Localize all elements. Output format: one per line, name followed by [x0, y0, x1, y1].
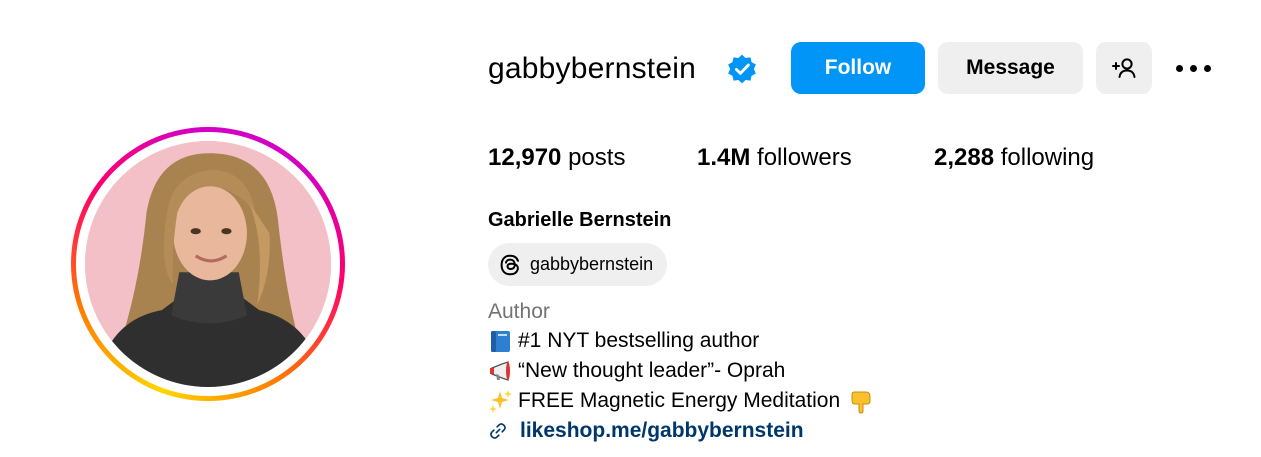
full-name: Gabrielle Bernstein [488, 209, 672, 231]
posts-stat: 12,970 posts [488, 143, 625, 173]
message-button[interactable]: Message [938, 42, 1083, 94]
external-link[interactable]: likeshop.me/gabbybernstein [488, 417, 804, 445]
add-user-icon [1112, 58, 1136, 78]
blue-book-icon [491, 331, 510, 352]
sparkles-icon [489, 390, 512, 413]
dot [1190, 65, 1197, 72]
dot [1176, 65, 1183, 72]
username: gabbybernstein [488, 52, 696, 85]
following-label: following [1000, 144, 1095, 171]
threads-badge[interactable]: gabbybernstein [488, 243, 668, 286]
follow-button[interactable]: Follow [791, 42, 925, 94]
bio-line: “New thought leader”- Oprah [488, 357, 785, 385]
verified-badge-icon [728, 54, 756, 84]
category-label: Author [488, 300, 550, 323]
profile-header: gabbybernstein Follow Message 12,970 pos… [0, 0, 1261, 457]
posts-label: posts [568, 144, 626, 171]
avatar-gap [76, 132, 340, 396]
posts-count: 12,970 [488, 144, 562, 171]
bio-line: #1 NYT bestselling author [488, 327, 759, 355]
threads-icon [500, 254, 519, 275]
bio-text-2: “New thought leader”- Oprah [518, 359, 786, 382]
avatar-photo [85, 141, 331, 387]
link-text: likeshop.me/gabbybernstein [520, 419, 804, 442]
dot [1204, 65, 1211, 72]
bio-text-1: #1 NYT bestselling author [518, 329, 760, 352]
pointing-down-icon [851, 391, 871, 414]
avatar[interactable] [85, 141, 331, 387]
link-icon [490, 423, 506, 439]
bio-text-3: FREE Magnetic Energy Meditation [518, 389, 841, 412]
threads-handle: gabbybernstein [530, 254, 654, 274]
more-options-icon[interactable] [1172, 55, 1214, 83]
followers-count: 1.4M [697, 144, 751, 171]
followers-stat[interactable]: 1.4M followers [697, 143, 852, 173]
story-ring[interactable] [71, 127, 345, 401]
followers-label: followers [757, 144, 852, 171]
following-stat[interactable]: 2,288 following [934, 143, 1094, 173]
following-count: 2,288 [934, 144, 995, 171]
suggested-users-button[interactable] [1096, 42, 1152, 94]
bio-line: FREE Magnetic Energy Meditation [488, 387, 878, 415]
megaphone-icon [490, 361, 510, 381]
